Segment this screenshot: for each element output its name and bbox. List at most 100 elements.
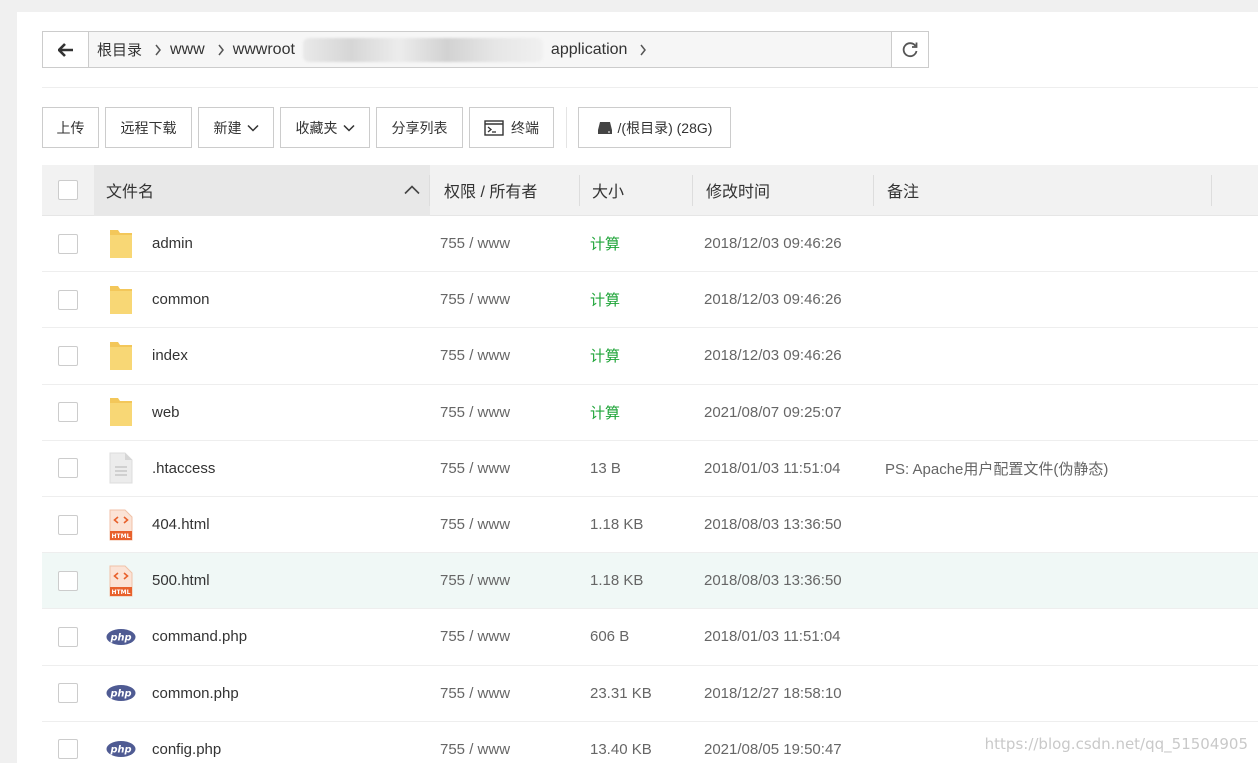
column-header-note[interactable]: 备注 (874, 165, 1212, 216)
table-row[interactable]: admin 755 / www 计算 2018/12/03 09:46:26 (42, 216, 1258, 273)
file-name[interactable]: config.php (152, 741, 221, 758)
file-mtime: 2021/08/07 09:25:07 (704, 403, 842, 421)
text-file-icon (106, 450, 136, 486)
svg-text:HTML: HTML (112, 589, 131, 596)
svg-text:php: php (109, 632, 131, 643)
file-name-cell[interactable]: index (94, 338, 430, 374)
upload-label: 上传 (56, 119, 85, 136)
row-checkbox-cell (42, 289, 94, 310)
column-header-name-label: 文件名 (106, 184, 155, 201)
row-checkbox[interactable] (58, 233, 78, 254)
table-row[interactable]: .htaccess 755 / www 13 B 2018/01/03 11:5… (42, 441, 1258, 497)
row-checkbox[interactable] (58, 514, 78, 535)
file-name-cell[interactable]: php command.php (94, 619, 430, 655)
svg-text:HTML: HTML (112, 533, 131, 540)
file-name[interactable]: 404.html (152, 516, 210, 533)
file-name[interactable]: .htaccess (152, 460, 215, 477)
upload-button[interactable]: 上传 (42, 107, 99, 148)
back-button[interactable] (43, 32, 89, 67)
refresh-button[interactable] (891, 32, 928, 67)
file-name-cell[interactable]: HTML 404.html (94, 507, 430, 543)
chevron-down-icon (246, 124, 259, 132)
column-header-perm[interactable]: 权限 / 所有者 (430, 165, 580, 216)
remote-download-button[interactable]: 远程下载 (105, 107, 192, 148)
file-name-cell[interactable]: common (94, 282, 430, 318)
terminal-button[interactable]: 终端 (469, 107, 554, 148)
file-name-cell[interactable]: HTML 500.html (94, 563, 430, 599)
column-header-size[interactable]: 大小 (580, 165, 693, 216)
chevron-up-icon (404, 185, 420, 195)
file-perm[interactable]: 755 / www (430, 291, 580, 308)
file-name[interactable]: command.php (152, 628, 247, 645)
share-list-button[interactable]: 分享列表 (376, 107, 463, 148)
file-name-cell[interactable]: php config.php (94, 731, 430, 763)
calc-size-link[interactable]: 计算 (580, 345, 693, 366)
row-checkbox[interactable] (58, 345, 78, 366)
file-size: 1.18 KB (590, 572, 644, 590)
chevron-down-icon (342, 124, 355, 132)
file-name[interactable]: 500.html (152, 572, 210, 589)
file-mtime: 2018/08/03 13:36:50 (704, 516, 842, 534)
file-perm[interactable]: 755 / www (430, 516, 580, 533)
disk-button[interactable]: /(根目录) (28G) (578, 107, 731, 148)
new-dropdown-button[interactable]: 新建 (198, 107, 274, 148)
column-header-name[interactable]: 文件名 (94, 164, 430, 216)
crumb-application[interactable]: application (543, 41, 628, 59)
calc-size-link[interactable]: 计算 (580, 233, 693, 254)
file-table: 文件名 权限 / 所有者 大小 修改时间 备注 admin 755 / www … (42, 164, 1258, 763)
file-name[interactable]: admin (152, 235, 193, 252)
file-manager-panel: 根目录 www wwwroot application 上传 远程下载 新建 收… (17, 12, 1258, 763)
file-name-cell[interactable]: php common.php (94, 675, 430, 711)
column-header-note-label: 备注 (887, 184, 920, 201)
row-checkbox[interactable] (58, 570, 78, 591)
column-header-mtime[interactable]: 修改时间 (693, 165, 874, 216)
file-name[interactable]: common.php (152, 685, 239, 702)
table-row[interactable]: common 755 / www 计算 2018/12/03 09:46:26 (42, 272, 1258, 329)
calc-size-link[interactable]: 计算 (580, 402, 693, 423)
row-checkbox[interactable] (58, 458, 78, 479)
file-perm[interactable]: 755 / www (430, 685, 580, 702)
file-perm[interactable]: 755 / www (430, 628, 580, 645)
file-name-cell[interactable]: web (94, 394, 430, 430)
file-mtime: 2018/12/03 09:46:26 (704, 291, 842, 309)
crumb-wwwroot[interactable]: wwwroot (225, 41, 295, 59)
table-row[interactable]: index 755 / www 计算 2018/12/03 09:46:26 (42, 328, 1258, 385)
table-row[interactable]: php command.php 755 / www 606 B 2018/01/… (42, 609, 1258, 666)
file-perm[interactable]: 755 / www (430, 347, 580, 364)
crumb-root[interactable]: 根目录 (89, 39, 142, 60)
row-checkbox[interactable] (58, 683, 78, 704)
row-checkbox[interactable] (58, 626, 78, 647)
column-header-perm-label: 权限 / 所有者 (444, 184, 538, 201)
file-mtime: 2018/12/27 18:58:10 (704, 684, 842, 702)
file-perm[interactable]: 755 / www (430, 235, 580, 252)
chevron-right-icon (627, 44, 647, 56)
file-name-cell[interactable]: .htaccess (94, 450, 430, 486)
table-row[interactable]: HTML 404.html 755 / www 1.18 KB 2018/08/… (42, 497, 1258, 554)
file-perm[interactable]: 755 / www (430, 460, 580, 477)
watermark: https://blog.csdn.net/qq_51504905 (984, 735, 1248, 753)
table-row[interactable]: HTML 500.html 755 / www 1.18 KB 2018/08/… (42, 553, 1258, 610)
table-row[interactable]: php common.php 755 / www 23.31 KB 2018/1… (42, 666, 1258, 722)
row-checkbox[interactable] (58, 402, 78, 423)
file-size: 23.31 KB (590, 684, 652, 702)
file-name[interactable]: index (152, 347, 188, 364)
select-all-checkbox[interactable] (58, 180, 78, 200)
file-name-cell[interactable]: admin (94, 226, 430, 262)
calc-size-link[interactable]: 计算 (580, 289, 693, 310)
file-perm[interactable]: 755 / www (430, 404, 580, 421)
table-row[interactable]: web 755 / www 计算 2021/08/07 09:25:07 (42, 385, 1258, 441)
favorites-dropdown-button[interactable]: 收藏夹 (280, 107, 370, 148)
file-name[interactable]: web (152, 404, 180, 421)
file-perm[interactable]: 755 / www (430, 572, 580, 589)
arrow-left-icon (57, 42, 73, 57)
file-note[interactable]: PS: Apache用户配置文件(伪静态) (874, 458, 1212, 479)
row-checkbox[interactable] (58, 289, 78, 310)
remote-download-label: 远程下载 (120, 119, 177, 136)
file-perm[interactable]: 755 / www (430, 741, 580, 758)
svg-text:php: php (109, 688, 131, 699)
html-file-icon: HTML (106, 563, 136, 599)
crumb-www[interactable]: www (162, 41, 205, 59)
row-checkbox-cell (42, 683, 94, 704)
row-checkbox[interactable] (58, 739, 78, 760)
file-name[interactable]: common (152, 291, 210, 308)
